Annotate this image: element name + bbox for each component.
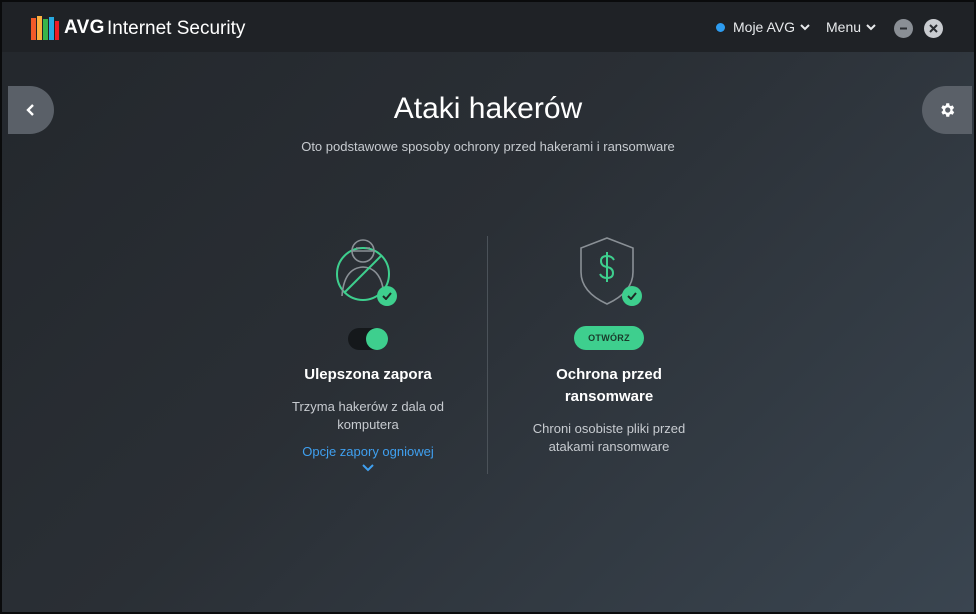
page-subtitle: Oto podstawowe sposoby ochrony przed hak…: [301, 139, 675, 154]
firewall-icon-wrap: [328, 234, 408, 314]
status-dot-icon: [716, 22, 725, 32]
firewall-description: Trzyma hakerów z dala od komputera: [292, 399, 444, 432]
firewall-title: Ulepszona zapora: [304, 366, 432, 383]
ransomware-description: Chroni osobiste pliki przed atakami rans…: [532, 421, 686, 454]
check-icon: [622, 286, 642, 306]
open-button[interactable]: OTWÓRZ: [574, 326, 644, 350]
title-bar: AVG Internet Security Moje AVG Menu: [2, 2, 974, 52]
chevron-down-icon: [866, 24, 876, 31]
toggle-knob: [366, 328, 388, 350]
check-icon: [377, 286, 397, 306]
my-avg-dropdown[interactable]: Moje AVG: [716, 19, 810, 35]
menu-dropdown[interactable]: Menu: [826, 19, 876, 35]
avg-logo-icon: [31, 16, 59, 40]
minimize-button[interactable]: [894, 19, 913, 38]
my-avg-label: Moje AVG: [733, 19, 795, 35]
close-button[interactable]: [924, 19, 943, 38]
hacker-blocked-icon: [336, 239, 390, 301]
ransomware-feature: OTWÓRZ Ochrona przed ransomware Chroni o…: [509, 234, 709, 456]
brand-name: AVG: [64, 17, 105, 38]
minimize-icon: [900, 27, 907, 30]
menu-label: Menu: [826, 19, 862, 35]
product-name: Internet Security: [107, 18, 246, 39]
firewall-toggle[interactable]: [348, 328, 388, 350]
page-title: Ataki hakerów: [393, 92, 583, 125]
ransomware-title: Ochrona przed ransomware: [556, 366, 662, 405]
ransomware-icon-wrap: [569, 234, 649, 314]
app-window: AVG Internet Security Moje AVG Menu Atak…: [0, 0, 976, 614]
firewall-options-link[interactable]: Opcje zapory ogniowej: [268, 444, 468, 459]
feature-divider: [487, 236, 488, 474]
chevron-down-icon[interactable]: [362, 464, 374, 472]
chevron-down-icon: [800, 24, 810, 31]
firewall-feature: Ulepszona zapora Trzyma hakerów z dala o…: [268, 234, 468, 477]
close-icon: [929, 24, 938, 33]
